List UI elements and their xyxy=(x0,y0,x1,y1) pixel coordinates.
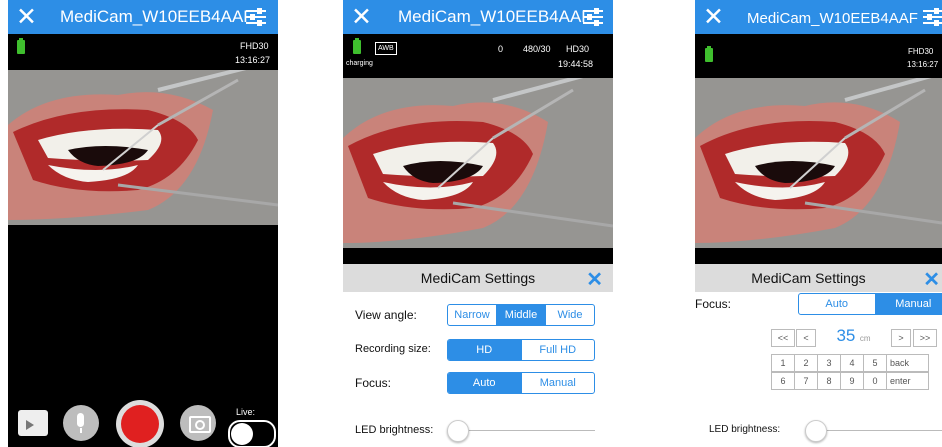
view-angle-middle[interactable]: Middle xyxy=(496,305,545,325)
led-slider-knob[interactable] xyxy=(805,420,827,442)
key-7[interactable]: 7 xyxy=(794,372,818,390)
settings-header: MediCam Settings ✕ xyxy=(695,264,942,292)
focus-label: Focus: xyxy=(695,297,732,311)
focus-value: 35 xyxy=(836,326,856,345)
live-view-screen: ✕ MediCam_W10EEB4AAF FHD30 13:16:27 Live… xyxy=(8,0,278,447)
led-slider-track[interactable] xyxy=(447,430,595,431)
fps-label: 480/30 xyxy=(523,44,551,54)
view-angle-control: Narrow Middle Wide xyxy=(447,304,595,326)
led-slider-knob[interactable] xyxy=(447,420,469,442)
clock: 13:16:27 xyxy=(235,55,271,65)
focus-control: Auto Manual xyxy=(798,293,942,315)
battery-icon xyxy=(705,46,713,62)
led-brightness-label: LED brightness: xyxy=(709,424,781,435)
recording-size-control: HD Full HD xyxy=(447,339,595,361)
focus-auto[interactable]: Auto xyxy=(448,373,521,393)
settings-sliders-icon[interactable] xyxy=(923,8,942,26)
focus-control: Auto Manual xyxy=(447,372,595,394)
focus-keypad: << < 35 cm > >> 1 2 3 4 5 back 6 7 8 9 0… xyxy=(771,326,942,409)
device-title: MediCam_W10EEB4AAF xyxy=(398,7,592,26)
key-6[interactable]: 6 xyxy=(771,372,795,390)
close-icon[interactable]: ✕ xyxy=(586,267,603,292)
key-1[interactable]: 1 xyxy=(771,354,795,372)
key-3[interactable]: 3 xyxy=(817,354,841,372)
settings-sliders-icon[interactable] xyxy=(246,8,266,26)
focus-value-display: 35 cm xyxy=(821,326,886,346)
resolution-label: HD30 xyxy=(566,44,590,54)
key-0[interactable]: 0 xyxy=(863,372,887,390)
focus-manual[interactable]: Manual xyxy=(520,373,595,393)
camera-preview xyxy=(8,70,278,225)
focus-label: Focus: xyxy=(355,376,392,390)
clock: 19:44:58 xyxy=(558,59,594,69)
gallery-folder-icon[interactable] xyxy=(18,410,48,436)
recording-size-label: Recording size: xyxy=(355,343,431,355)
resolution-label: FHD30 xyxy=(908,47,934,56)
view-angle-label: View angle: xyxy=(355,308,417,322)
focus-prev-button[interactable]: < xyxy=(796,329,816,347)
recording-size-hd[interactable]: HD xyxy=(448,340,521,360)
focus-manual[interactable]: Manual xyxy=(874,294,942,314)
close-icon[interactable]: ✕ xyxy=(351,2,372,32)
settings-title: MediCam Settings xyxy=(751,270,866,286)
settings-screen: ✕ MediCam_W10EEB4AAF charging AWB 0 480/… xyxy=(343,0,613,447)
recording-size-fullhd[interactable]: Full HD xyxy=(520,340,595,360)
awb-badge: AWB xyxy=(375,42,397,55)
focus-first-button[interactable]: << xyxy=(771,329,795,347)
settings-panel: MediCam Settings ✕ Focus: Auto Manual <<… xyxy=(695,264,942,447)
manual-focus-screen: ✕ MediCam_W10EEB4AAF FHD30 13:16:27 Medi… xyxy=(695,0,942,447)
clock: 13:16:27 xyxy=(907,60,939,69)
resolution-label: FHD30 xyxy=(240,41,269,51)
top-bar: ✕ MediCam_W10EEB4AAF xyxy=(695,0,942,34)
live-label: Live: xyxy=(236,407,256,417)
key-2[interactable]: 2 xyxy=(794,354,818,372)
record-button[interactable] xyxy=(116,400,164,447)
key-8[interactable]: 8 xyxy=(817,372,841,390)
view-angle-wide[interactable]: Wide xyxy=(545,305,594,325)
settings-title: MediCam Settings xyxy=(420,270,536,286)
focus-last-button[interactable]: >> xyxy=(913,329,937,347)
top-bar: ✕ MediCam_W10EEB4AAF xyxy=(8,0,278,34)
charging-label: charging xyxy=(346,60,373,67)
frame-counter: 0 xyxy=(498,44,504,54)
camera-preview xyxy=(695,78,942,248)
led-brightness-label: LED brightness: xyxy=(355,424,434,436)
key-5[interactable]: 5 xyxy=(863,354,887,372)
camera-icon[interactable] xyxy=(180,405,216,441)
focus-next-button[interactable]: > xyxy=(891,329,911,347)
close-icon[interactable]: ✕ xyxy=(923,267,940,292)
focus-auto[interactable]: Auto xyxy=(799,294,875,314)
key-4[interactable]: 4 xyxy=(840,354,864,372)
key-enter[interactable]: enter xyxy=(886,372,929,390)
battery-icon xyxy=(17,38,25,54)
camera-preview xyxy=(343,78,613,248)
device-title: MediCam_W10EEB4AAF xyxy=(747,10,918,27)
close-icon[interactable]: ✕ xyxy=(703,2,724,32)
close-icon[interactable]: ✕ xyxy=(16,2,37,32)
settings-header: MediCam Settings ✕ xyxy=(343,264,613,292)
settings-panel: MediCam Settings ✕ View angle: Narrow Mi… xyxy=(343,264,613,447)
live-toggle[interactable] xyxy=(228,420,276,447)
settings-sliders-icon[interactable] xyxy=(583,8,603,26)
key-9[interactable]: 9 xyxy=(840,372,864,390)
device-title: MediCam_W10EEB4AAF xyxy=(60,7,254,26)
view-angle-narrow[interactable]: Narrow xyxy=(448,305,496,325)
focus-unit: cm xyxy=(859,334,871,343)
top-bar: ✕ MediCam_W10EEB4AAF xyxy=(343,0,613,34)
microphone-icon[interactable] xyxy=(63,405,99,441)
battery-icon xyxy=(353,38,361,54)
key-back[interactable]: back xyxy=(886,354,929,372)
